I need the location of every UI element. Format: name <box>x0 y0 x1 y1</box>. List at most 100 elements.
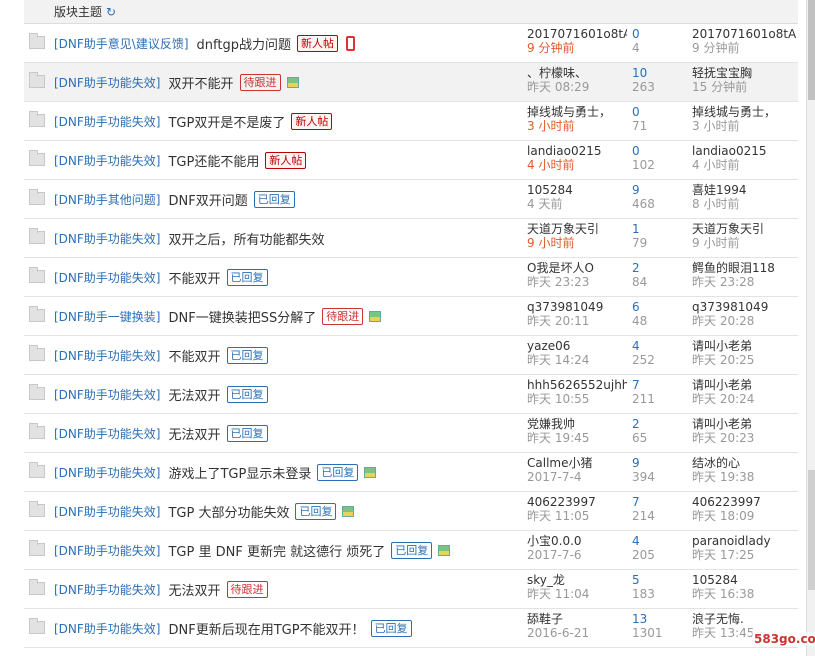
last-post-time[interactable]: 昨天 18:09 <box>692 509 796 523</box>
thread-category-link[interactable]: [DNF助手功能失效] <box>54 464 160 481</box>
thread-category-link[interactable]: [DNF助手功能失效] <box>54 347 160 364</box>
last-post-time[interactable]: 9 分钟前 <box>692 41 796 55</box>
reply-count[interactable]: 9 <box>632 183 682 197</box>
thread-category-link[interactable]: [DNF助手功能失效] <box>54 74 160 91</box>
thread-row[interactable]: [DNF助手功能失效] TGP 里 DNF 更新完 就这德行 烦死了 已回复 小宝0.… <box>24 531 798 570</box>
last-post-time[interactable]: 3 小时前 <box>692 119 796 133</box>
last-poster-link[interactable]: 406223997 <box>692 495 796 509</box>
thread-row[interactable]: [DNF助手功能失效] 双开之后，所有功能都失效 天道万象天引 9 小时前 1 79 天道万… <box>24 219 798 258</box>
thread-row[interactable]: [DNF助手功能失效] 不能双开 已回复 O我是坏人O 昨天 23:23 2 84 鳄鱼的眼泪… <box>24 258 798 297</box>
thread-row[interactable]: [DNF助手一键换装] DNF一键换装把SS分解了 待跟进 q373981049 昨天 … <box>24 297 798 336</box>
author-link[interactable]: 、柠檬味、 <box>527 66 627 80</box>
reply-count[interactable]: 9 <box>632 456 682 470</box>
last-post-time[interactable]: 15 分钟前 <box>692 80 796 94</box>
author-link[interactable]: 掉线城与勇士， <box>527 105 627 119</box>
author-link[interactable]: sky_龙 <box>527 573 627 587</box>
thread-row[interactable]: [DNF助手意见\建议反馈] dnftgp战力问题 新人帖 2017071601o8t… <box>24 24 798 63</box>
last-post-time[interactable]: 昨天 20:23 <box>692 431 796 445</box>
thread-row[interactable]: [DNF助手其他问题] DNF双开问题 已回复 105284 4 天前 9 468 喜娃199… <box>24 180 798 219</box>
thread-row[interactable]: [DNF助手功能失效] TGP双开是不是废了 新人帖 掉线城与勇士， 3 小时前 0 71 掉… <box>24 102 798 141</box>
thread-category-link[interactable]: [DNF助手功能失效] <box>54 542 160 559</box>
last-post-time[interactable]: 昨天 20:28 <box>692 314 796 328</box>
thread-category-link[interactable]: [DNF助手一键换装] <box>54 308 160 325</box>
last-post-time[interactable]: 昨天 23:28 <box>692 275 796 289</box>
thread-category-link[interactable]: [DNF助手功能失效] <box>54 386 160 403</box>
last-poster-link[interactable]: landiao0215 <box>692 144 796 158</box>
thread-title-link[interactable]: TGP双开是不是废了 <box>168 112 285 131</box>
thread-title-link[interactable]: 无法双开 <box>168 385 220 404</box>
author-link[interactable]: landiao0215 <box>527 144 627 158</box>
thread-category-link[interactable]: [DNF助手功能失效] <box>54 503 160 520</box>
last-poster-link[interactable]: 轻抚宝宝胸 <box>692 66 796 80</box>
last-post-time[interactable]: 9 小时前 <box>692 236 796 250</box>
thread-title-link[interactable]: 双开不能开 <box>168 73 233 92</box>
thread-row[interactable]: [DNF助手功能失效] 无法双开 待跟进 sky_龙 昨天 11:04 5 183 10528… <box>24 570 798 609</box>
thread-title-link[interactable]: TGP 里 DNF 更新完 就这德行 烦死了 <box>168 541 385 560</box>
reply-count[interactable]: 4 <box>632 339 682 353</box>
scrollbar-thumb[interactable] <box>808 0 815 100</box>
last-poster-link[interactable]: 2017071601o8tAl <box>692 27 796 41</box>
author-link[interactable]: 406223997 <box>527 495 627 509</box>
author-link[interactable]: 舔鞋子 <box>527 612 627 626</box>
last-poster-link[interactable]: 请叫小老弟 <box>692 417 796 431</box>
thread-title-link[interactable]: dnftgp战力问题 <box>197 34 291 53</box>
thread-title-link[interactable]: 游戏上了TGP显示未登录 <box>168 463 311 482</box>
reply-count[interactable]: 13 <box>632 612 682 626</box>
last-poster-link[interactable]: 喜娃1994 <box>692 183 796 197</box>
author-link[interactable]: 天道万象天引 <box>527 222 627 236</box>
last-poster-link[interactable]: 天道万象天引 <box>692 222 796 236</box>
thread-category-link[interactable]: [DNF助手意见\建议反馈] <box>54 35 189 52</box>
thread-title-link[interactable]: DNF更新后现在用TGP不能双开！ <box>168 619 364 638</box>
thread-category-link[interactable]: [DNF助手功能失效] <box>54 425 160 442</box>
thread-category-link[interactable]: [DNF助手功能失效] <box>54 269 160 286</box>
thread-title-link[interactable]: 不能双开 <box>168 346 220 365</box>
thread-category-link[interactable]: [DNF助手功能失效] <box>54 113 160 130</box>
author-link[interactable]: q373981049 <box>527 300 627 314</box>
last-post-time[interactable]: 昨天 17:25 <box>692 548 796 562</box>
thread-row[interactable]: [DNF助手功能失效] 无法双开 已回复 党嫌我帅 昨天 19:45 2 65 请叫小老弟 昨天… <box>24 414 798 453</box>
last-poster-link[interactable]: 掉线城与勇士， <box>692 105 796 119</box>
thread-row[interactable]: [DNF助手功能失效] 双开不能开 待跟进 、柠檬味、 昨天 08:29 10 263 轻抚宝… <box>24 63 798 102</box>
reply-count[interactable]: 0 <box>632 144 682 158</box>
last-poster-link[interactable]: 结冰的心 <box>692 456 796 470</box>
thread-title-link[interactable]: DNF一键换装把SS分解了 <box>168 307 316 326</box>
refresh-icon[interactable]: ↻ <box>106 5 116 19</box>
reply-count[interactable]: 1 <box>632 222 682 236</box>
thread-title-link[interactable]: TGP 大部分功能失效 <box>168 502 289 521</box>
thread-title-link[interactable]: 无法双开 <box>168 580 220 599</box>
author-link[interactable]: 党嫌我帅 <box>527 417 627 431</box>
thread-category-link[interactable]: [DNF助手功能失效] <box>54 152 160 169</box>
reply-count[interactable]: 2 <box>632 417 682 431</box>
last-poster-link[interactable]: 请叫小老弟 <box>692 339 796 353</box>
last-poster-link[interactable]: q373981049 <box>692 300 796 314</box>
last-post-time[interactable]: 昨天 19:38 <box>692 470 796 484</box>
reply-count[interactable]: 0 <box>632 105 682 119</box>
author-link[interactable]: 小宝0.0.0 <box>527 534 627 548</box>
thread-row[interactable]: [DNF助手功能失效] DNF更新后现在用TGP不能双开！ 已回复 舔鞋子 2016-6… <box>24 609 798 648</box>
author-link[interactable]: O我是坏人O <box>527 261 627 275</box>
thread-category-link[interactable]: [DNF助手其他问题] <box>54 191 160 208</box>
reply-count[interactable]: 4 <box>632 534 682 548</box>
reply-count[interactable]: 6 <box>632 300 682 314</box>
last-post-time[interactable]: 4 小时前 <box>692 158 796 172</box>
last-poster-link[interactable]: paranoidlady <box>692 534 796 548</box>
last-poster-link[interactable]: 浪子无悔. <box>692 612 796 626</box>
reply-count[interactable]: 5 <box>632 573 682 587</box>
reply-count[interactable]: 10 <box>632 66 682 80</box>
last-post-time[interactable]: 昨天 20:24 <box>692 392 796 406</box>
last-post-time[interactable]: 8 小时前 <box>692 197 796 211</box>
last-post-time[interactable]: 昨天 16:38 <box>692 587 796 601</box>
thread-row[interactable]: [DNF助手功能失效] TGP 大部分功能失效 已回复 406223997 昨天 11:… <box>24 492 798 531</box>
scrollbar[interactable] <box>806 0 815 656</box>
author-link[interactable]: Callme小猪 <box>527 456 627 470</box>
reply-count[interactable]: 2 <box>632 261 682 275</box>
reply-count[interactable]: 0 <box>632 27 682 41</box>
author-link[interactable]: yaze06 <box>527 339 627 353</box>
thread-title-link[interactable]: DNF双开问题 <box>168 190 247 209</box>
author-link[interactable]: 2017071601o8tAl <box>527 27 627 41</box>
thread-category-link[interactable]: [DNF助手功能失效] <box>54 620 160 637</box>
thread-row[interactable]: [DNF助手功能失效] 游戏上了TGP显示未登录 已回复 Callme小猪 2017-7… <box>24 453 798 492</box>
thread-category-link[interactable]: [DNF助手功能失效] <box>54 230 160 247</box>
reply-count[interactable]: 7 <box>632 378 682 392</box>
thread-row[interactable]: [DNF助手功能失效] 无法双开 已回复 hhh5626552ujhh 昨天 10:55… <box>24 375 798 414</box>
